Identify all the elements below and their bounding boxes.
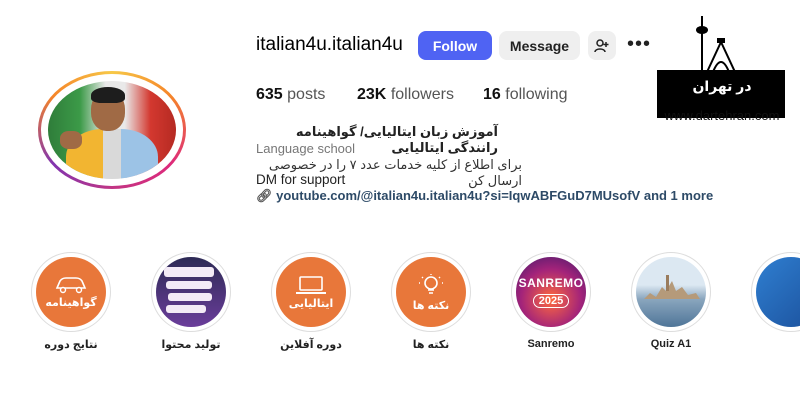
highlight-label: نتایج دوره [44, 339, 98, 351]
milad-tower-icon [696, 16, 737, 72]
highlight-cover-text: گواهینامه [45, 296, 97, 309]
avatar-person-hair [91, 87, 125, 103]
sanremo-thumbnail: SANREMO 2025 [516, 257, 586, 327]
suggested-accounts-button[interactable] [588, 31, 616, 60]
add-person-icon [594, 38, 609, 52]
more-options-icon[interactable]: ••• [627, 34, 651, 54]
highlight-item[interactable]: SANREMO 2025 Sanremo [508, 252, 594, 350]
bio-link[interactable]: 🔗︎ youtube.com/@italian4u.italian4u?si=I… [256, 188, 713, 204]
link-icon: 🔗︎ [256, 188, 273, 203]
avatar[interactable] [48, 81, 176, 179]
highlight-label: تولید محتوا [161, 339, 221, 351]
followers-label: followers [390, 86, 454, 103]
highlight-item[interactable]: ایتالیایی دوره آفلاین [268, 252, 354, 351]
logo-brand-text: در تهران [692, 78, 752, 94]
content-thumbnail [156, 257, 226, 327]
venice-skyline-icon [644, 275, 700, 299]
highlight-cover: نکته ها [396, 257, 466, 327]
bio-link-text: youtube.com/@italian4u.italian4u?si=IqwA… [276, 188, 714, 203]
followers-stat[interactable]: 23K followers [357, 86, 454, 104]
avatar-ring-gap [41, 74, 183, 186]
highlight-item[interactable]: نکته ها نکته ها [388, 252, 474, 351]
posts-stat: 635 posts [256, 86, 325, 104]
profile-avatar-ring[interactable] [38, 71, 186, 189]
highlight-ring: ایتالیایی [271, 252, 351, 332]
posts-count: 635 [256, 86, 283, 103]
highlight-ring [631, 252, 711, 332]
car-icon [55, 276, 87, 293]
thumbnail-paper [166, 281, 212, 289]
following-count: 16 [483, 86, 501, 103]
thumbnail-paper [164, 267, 214, 277]
highlight-cover: ایتالیایی [276, 257, 346, 327]
sanremo-cover-title: SANREMO [518, 276, 584, 290]
sanremo-cover-year: 2025 [532, 294, 570, 308]
highlight-label: نکته ها [412, 339, 450, 351]
dartehran-logo: در تهران [657, 12, 787, 122]
bio-dm-text: DM for support [256, 172, 346, 187]
avatar-person-hand [60, 131, 82, 149]
highlight-cover: گواهینامه [36, 257, 106, 327]
laptop-icon [296, 275, 326, 294]
highlight-cover-text: ایتالیایی [288, 297, 334, 310]
highlight-ring [751, 252, 800, 332]
highlight-ring: نکته ها [391, 252, 471, 332]
lightbulb-icon [419, 273, 443, 294]
posts-label: posts [287, 86, 326, 103]
highlight-ring: گواهینامه [31, 252, 111, 332]
message-button[interactable]: Message [499, 31, 580, 60]
highlight-label: Quiz A1 [650, 338, 692, 350]
logo-url: www.dartehran.com [664, 108, 780, 123]
followers-count: 23K [357, 86, 387, 103]
highlight-cover-text: نکته ها [412, 299, 450, 312]
following-stat[interactable]: 16 following [483, 86, 568, 104]
following-label: following [505, 86, 568, 103]
highlight-label: Sanremo [527, 338, 575, 350]
venice-thumbnail [636, 257, 706, 327]
highlight-item[interactable]: تولید محتوا [148, 252, 234, 351]
highlight-item[interactable]: گواهینامه نتایج دوره [28, 252, 114, 351]
bio-category: Language school [256, 141, 356, 156]
highlight-label: دوره آفلاین [280, 339, 342, 351]
highlight-ring [151, 252, 231, 332]
highlight-item[interactable] [748, 252, 800, 338]
profile-username: italian4u.italian4u [256, 34, 403, 55]
highlight-ring: SANREMO 2025 [511, 252, 591, 332]
thumbnail-paper [166, 305, 206, 313]
highlight-item[interactable]: Quiz A1 [628, 252, 714, 350]
follow-button[interactable]: Follow [418, 31, 492, 60]
thumbnail-paper [168, 293, 212, 301]
blue-thumbnail [756, 257, 800, 327]
